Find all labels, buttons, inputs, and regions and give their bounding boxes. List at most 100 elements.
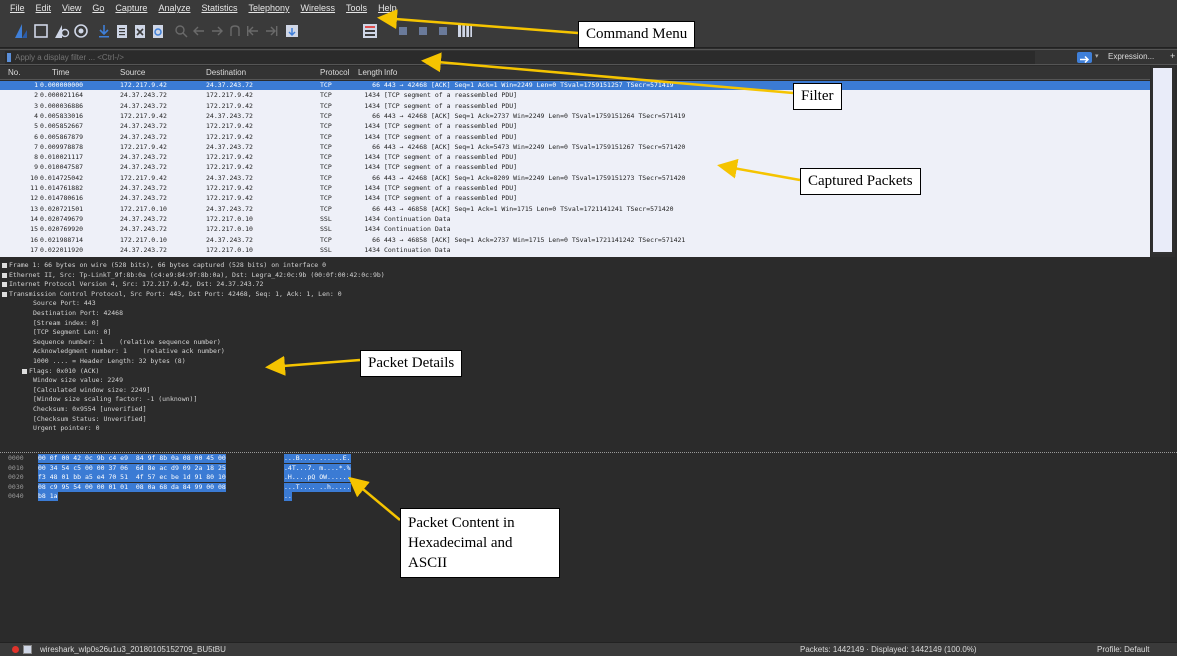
detail-row[interactable]: Checksum: 0x9554 [unverified] (33, 405, 147, 414)
packet-row[interactable]: 1 0.000000000 172.217.9.42 24.37.243.72 TCP 6… (0, 81, 1150, 90)
packet-row[interactable]: 3 0.000036886 24.37.243.72 172.217.9.42 TCP 1… (0, 102, 1150, 111)
menu-statistics[interactable]: Statistics (201, 3, 237, 13)
detail-row[interactable]: Ethernet II, Src: Tp-LinkT_9f:8b:0a (c4:… (9, 271, 385, 280)
close-file-icon[interactable] (131, 22, 149, 40)
save-file-icon[interactable] (113, 22, 131, 40)
column-source[interactable]: Source (120, 68, 145, 77)
find-packet-icon[interactable] (172, 22, 190, 40)
go-first-packet-icon[interactable] (244, 22, 262, 40)
expression-button[interactable]: Expression... (1108, 52, 1154, 61)
detail-row[interactable]: Acknowledgment number: 1 (relative ack n… (33, 347, 225, 356)
menu-view[interactable]: View (62, 3, 81, 13)
detail-row[interactable]: Source Port: 443 (33, 299, 96, 308)
hex-bytes[interactable]: b8 1a (38, 492, 58, 502)
auto-scroll-icon[interactable] (283, 22, 301, 40)
hex-ascii[interactable]: .H....pQ OW...... (284, 473, 351, 483)
packet-row[interactable]: 8 0.010021117 24.37.243.72 172.217.9.42 TCP 1… (0, 153, 1150, 162)
hex-ascii[interactable]: ...T.... ..h..... (284, 482, 351, 492)
packet-row[interactable]: 10 0.014725042 172.217.9.42 24.37.243.72 TCP… (0, 174, 1150, 183)
normal-size-icon[interactable] (434, 22, 452, 40)
hex-bytes[interactable]: 08 c9 95 54 00 00 01 01 08 0a 68 da 84 9… (38, 482, 226, 492)
detail-row[interactable]: Flags: 0x010 (ACK) (29, 367, 99, 376)
filter-history-chevron-down-icon[interactable]: ▾ (1095, 52, 1099, 60)
profile-label[interactable]: Profile: Default (1097, 645, 1149, 654)
packet-row[interactable]: 16 0.021988714 172.217.0.10 24.37.243.72 TCP… (0, 236, 1150, 245)
packet-row[interactable]: 14 0.020749679 24.37.243.72 172.217.0.10 SSL… (0, 215, 1150, 224)
tree-expander-icon[interactable] (22, 368, 27, 374)
packet-row[interactable]: 7 0.009978878 172.217.9.42 24.37.243.72 TCP 6… (0, 143, 1150, 152)
detail-row[interactable]: Window size value: 2249 (33, 376, 123, 385)
capture-options-icon[interactable] (72, 22, 90, 40)
zoom-out-icon[interactable] (414, 22, 432, 40)
column-protocol[interactable]: Protocol (320, 68, 349, 77)
column-destination[interactable]: Destination (206, 68, 246, 77)
go-last-packet-icon[interactable] (262, 22, 280, 40)
apply-filter-icon[interactable] (1077, 52, 1092, 64)
detail-row[interactable]: Transmission Control Protocol, Src Port:… (9, 290, 342, 299)
menu-edit[interactable]: Edit (36, 3, 52, 13)
packet-list-scrollbar[interactable] (1151, 66, 1175, 257)
reload-file-icon[interactable] (149, 22, 167, 40)
menu-help[interactable]: Help (378, 3, 397, 13)
open-file-icon[interactable] (95, 22, 113, 40)
resize-columns-icon[interactable] (456, 22, 474, 40)
packet-no: 15 (30, 225, 38, 234)
detail-row[interactable]: [Checksum Status: Unverified] (33, 415, 147, 424)
menu-analyze[interactable]: Analyze (158, 3, 190, 13)
packet-row[interactable]: 2 0.000021164 24.37.243.72 172.217.9.42 TCP 1… (0, 91, 1150, 100)
column-info[interactable]: Info (384, 68, 397, 77)
menu-file[interactable]: File (10, 3, 25, 13)
packet-row[interactable]: 11 0.014761882 24.37.243.72 172.217.9.42 TCP… (0, 184, 1150, 193)
tree-expander-icon[interactable] (2, 263, 7, 268)
go-forward-icon[interactable] (208, 22, 226, 40)
menu-tools[interactable]: Tools (346, 3, 367, 13)
detail-row[interactable]: Internet Protocol Version 4, Src: 172.21… (9, 280, 263, 289)
detail-row[interactable]: Destination Port: 42468 (33, 309, 123, 318)
packet-row[interactable]: 13 0.020721501 172.217.0.10 24.37.243.72 TCP… (0, 205, 1150, 214)
hex-ascii[interactable]: ...B.... ......E. (284, 454, 351, 463)
tree-expander-icon[interactable] (2, 272, 7, 278)
display-filter-input[interactable] (5, 51, 1035, 64)
column-length[interactable]: Length (358, 68, 382, 77)
go-back-icon[interactable] (190, 22, 208, 40)
packet-row[interactable]: 12 0.014780616 24.37.243.72 172.217.9.42 TCP… (0, 194, 1150, 203)
detail-row[interactable]: Urgent pointer: 0 (33, 424, 100, 433)
detail-row[interactable]: [Window size scaling factor: -1 (unknown… (33, 395, 197, 404)
packet-row[interactable]: 6 0.005867879 24.37.243.72 172.217.9.42 TCP 1… (0, 133, 1150, 142)
filter-bookmark-icon[interactable] (7, 53, 11, 62)
detail-row[interactable]: Sequence number: 1 (relative sequence nu… (33, 338, 221, 347)
hex-bytes[interactable]: 00 34 54 c5 00 00 37 06 6d 8e ac d9 09 2… (38, 463, 226, 473)
hex-ascii[interactable]: .. (284, 492, 292, 502)
pane-splitter[interactable] (0, 452, 1177, 453)
hex-ascii[interactable]: .4T...7. m....*.% (284, 463, 351, 473)
add-filter-button[interactable]: + (1170, 51, 1175, 61)
detail-row[interactable]: [TCP Segment Len: 0] (33, 328, 111, 337)
zoom-in-icon[interactable] (394, 22, 412, 40)
packet-row[interactable]: 5 0.005852667 24.37.243.72 172.217.9.42 TCP 1… (0, 122, 1150, 131)
stop-capture-icon[interactable] (32, 22, 50, 40)
column-no[interactable]: No. (8, 68, 20, 77)
expert-info-icon[interactable] (12, 646, 19, 653)
tree-expander-icon[interactable] (2, 291, 7, 297)
capture-comment-icon[interactable] (23, 645, 32, 654)
menu-telephony[interactable]: Telephony (248, 3, 289, 13)
detail-row[interactable]: [Stream index: 0] (33, 319, 100, 328)
menu-capture[interactable]: Capture (115, 3, 147, 13)
hex-bytes[interactable]: 00 0f 00 42 0c 9b c4 e9 84 9f 8b 0a 08 0… (38, 454, 226, 463)
restart-capture-icon[interactable] (52, 22, 70, 40)
menu-go[interactable]: Go (92, 3, 104, 13)
packet-row[interactable]: 4 0.005833016 172.217.9.42 24.37.243.72 TCP 6… (0, 112, 1150, 121)
column-time[interactable]: Time (52, 68, 69, 77)
packet-row[interactable]: 17 0.022011920 24.37.243.72 172.217.0.10 SSL… (0, 246, 1150, 255)
go-to-packet-icon[interactable] (226, 22, 244, 40)
packet-row[interactable]: 15 0.020769920 24.37.243.72 172.217.0.10 SSL… (0, 225, 1150, 234)
menu-wireless[interactable]: Wireless (301, 3, 336, 13)
tree-expander-icon[interactable] (2, 282, 7, 288)
detail-row[interactable]: Frame 1: 66 bytes on wire (528 bits), 66… (9, 261, 326, 270)
hex-bytes[interactable]: f3 48 01 bb a5 e4 70 51 4f 57 ec be 1d 9… (38, 473, 226, 483)
detail-row[interactable]: 1000 .... = Header Length: 32 bytes (8) (33, 357, 186, 366)
start-capture-icon[interactable] (12, 22, 30, 40)
colorize-icon[interactable] (361, 22, 379, 40)
packet-row[interactable]: 9 0.010047587 24.37.243.72 172.217.9.42 TCP 1… (0, 163, 1150, 172)
detail-row[interactable]: [Calculated window size: 2249] (33, 386, 150, 395)
